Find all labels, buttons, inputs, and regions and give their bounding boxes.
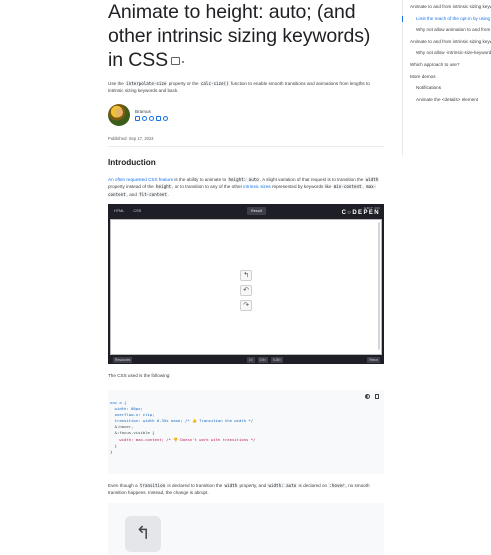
inline-code: fit-content — [138, 191, 168, 197]
tab-result[interactable]: Result — [247, 207, 266, 215]
body-text: Even though a — [108, 483, 139, 488]
social-links — [135, 115, 168, 121]
code-block-toolbar — [365, 394, 379, 399]
table-of-contents: Animate to and from intrinsic sizing key… — [402, 0, 491, 156]
body-paragraph: An often requested CSS feature is the ab… — [108, 176, 384, 198]
code-lines: nav a { width: 80px; overflow-x: clip; t… — [110, 400, 255, 455]
inline-code: width: auto — [267, 483, 298, 488]
inline-code: height: auto — [227, 176, 260, 182]
inline-code: width — [223, 483, 239, 488]
inline-code: min-content — [332, 184, 363, 190]
page-title: Animate to height: auto; (and other intr… — [108, 0, 384, 72]
toc-item[interactable]: More demos — [403, 74, 491, 81]
toc-item[interactable]: Which approach to use? — [403, 62, 491, 69]
intro-code: calc-size() — [199, 81, 230, 86]
redo-icon[interactable]: ↷ — [240, 300, 252, 311]
intrinsic-sizes-link[interactable]: intrinsic sizes — [243, 184, 270, 189]
rerun-button[interactable]: Rerun — [367, 357, 380, 363]
inline-code: width — [364, 176, 380, 182]
toc-item[interactable]: Animate to and from intrinsic sizing key… — [403, 39, 491, 46]
codepen-brand: C○DEPEN — [341, 210, 380, 216]
toc-item[interactable]: Animate the <details> element — [403, 97, 491, 104]
body-text: is the ability to animate to — [173, 176, 228, 182]
website-icon[interactable] — [163, 115, 168, 121]
zoom-0-25x-button[interactable]: 0.25× — [270, 357, 284, 363]
body-paragraph: Even though a transition is declared to … — [108, 482, 384, 497]
body-text: property instead of the — [108, 184, 155, 190]
result-frame: ↰ ↶ ↷ — [110, 219, 382, 355]
divider — [108, 145, 384, 147]
github-icon[interactable] — [142, 115, 147, 121]
body-paragraph: The CSS used is the following: — [108, 373, 171, 378]
body-text: property, and — [238, 483, 268, 488]
published-date: Published: Sep 17, 2024 — [108, 135, 154, 141]
tab-css[interactable]: CSS — [133, 209, 141, 213]
body-text: is declared on — [297, 483, 329, 488]
scrollbar[interactable] — [378, 222, 380, 350]
bookmark-icon[interactable] — [171, 57, 181, 65]
body-text: represented by keywords like — [270, 184, 333, 190]
feature-request-link[interactable]: An often requested CSS feature — [108, 177, 173, 182]
inline-code: height — [155, 184, 173, 190]
bluesky-icon[interactable] — [156, 115, 161, 121]
undo-icon[interactable]: ↶ — [240, 285, 252, 296]
zoom-0-5x-button[interactable]: 0.5× — [257, 357, 268, 363]
section-heading: Introduction — [108, 157, 156, 167]
body-text: is declared to transition the — [166, 483, 224, 488]
intro-code: interpolate-size — [125, 81, 168, 86]
toc-item[interactable]: Why not allow -intrinsic-size-keywords? — [403, 50, 491, 57]
toc-item[interactable]: Notifications — [403, 85, 491, 92]
article: Animate to height: auto; (and other intr… — [108, 0, 384, 210]
code-block: nav a { width: 80px; overflow-x: clip; t… — [108, 390, 384, 474]
page-title-text: Animate to height: auto; (and other intr… — [108, 1, 371, 71]
intro-paragraph: Use the interpolate-size property or the… — [108, 80, 384, 95]
toc-item[interactable]: Why not allow animation to and from sizi… — [403, 27, 491, 34]
x-icon[interactable] — [135, 115, 140, 121]
intro-text: Use the — [108, 81, 126, 86]
author-name[interactable]: Bramus — [135, 109, 168, 114]
codepen-toolbar: HTML CSS Result EDIT ON C○DEPEN — [108, 204, 384, 218]
body-text: , or to transition to any of the other — [172, 184, 244, 190]
inline-code: :hover — [328, 483, 346, 488]
code-line: } — [110, 448, 113, 454]
avatar[interactable] — [108, 103, 130, 126]
copy-icon[interactable] — [375, 394, 379, 399]
intro-text: property or the — [167, 81, 200, 86]
zoom-1x-button[interactable]: 1× — [247, 357, 255, 363]
reply-icon[interactable]: ↰ — [240, 270, 252, 281]
body-text: . — [167, 191, 170, 197]
inline-code: transition — [138, 483, 167, 488]
body-text: . A slight variation of that request is … — [259, 176, 365, 182]
body-text: , and — [126, 191, 139, 197]
toc-item[interactable]: Animate to and from intrinsic sizing key… — [403, 4, 491, 11]
toc-item-active[interactable]: Limit the reach of the opt-in by using a… — [402, 15, 491, 23]
reply-icon[interactable]: ↰ — [125, 516, 161, 552]
codepen-embed: HTML CSS Result EDIT ON C○DEPEN ↰ ↶ ↷ Re… — [108, 204, 384, 364]
mastodon-icon[interactable] — [149, 115, 154, 121]
codepen-logo[interactable]: EDIT ON C○DEPEN — [342, 206, 380, 216]
more-icon[interactable] — [182, 61, 185, 63]
code-line: width: max-content; /* 👎 Doesn't work wi… — [110, 436, 256, 442]
theme-toggle-icon[interactable] — [365, 394, 370, 399]
codepen-footer: Resources 1× 0.5× 0.25× Rerun — [108, 355, 384, 364]
tab-html[interactable]: HTML — [114, 209, 124, 213]
author-info: Bramus — [135, 109, 168, 121]
author-block: Bramus — [108, 103, 384, 127]
demo-preview: ↰ — [108, 503, 384, 555]
zoom-controls: 1× 0.5× 0.25× — [247, 357, 284, 363]
resources-button[interactable]: Resources — [113, 356, 133, 363]
